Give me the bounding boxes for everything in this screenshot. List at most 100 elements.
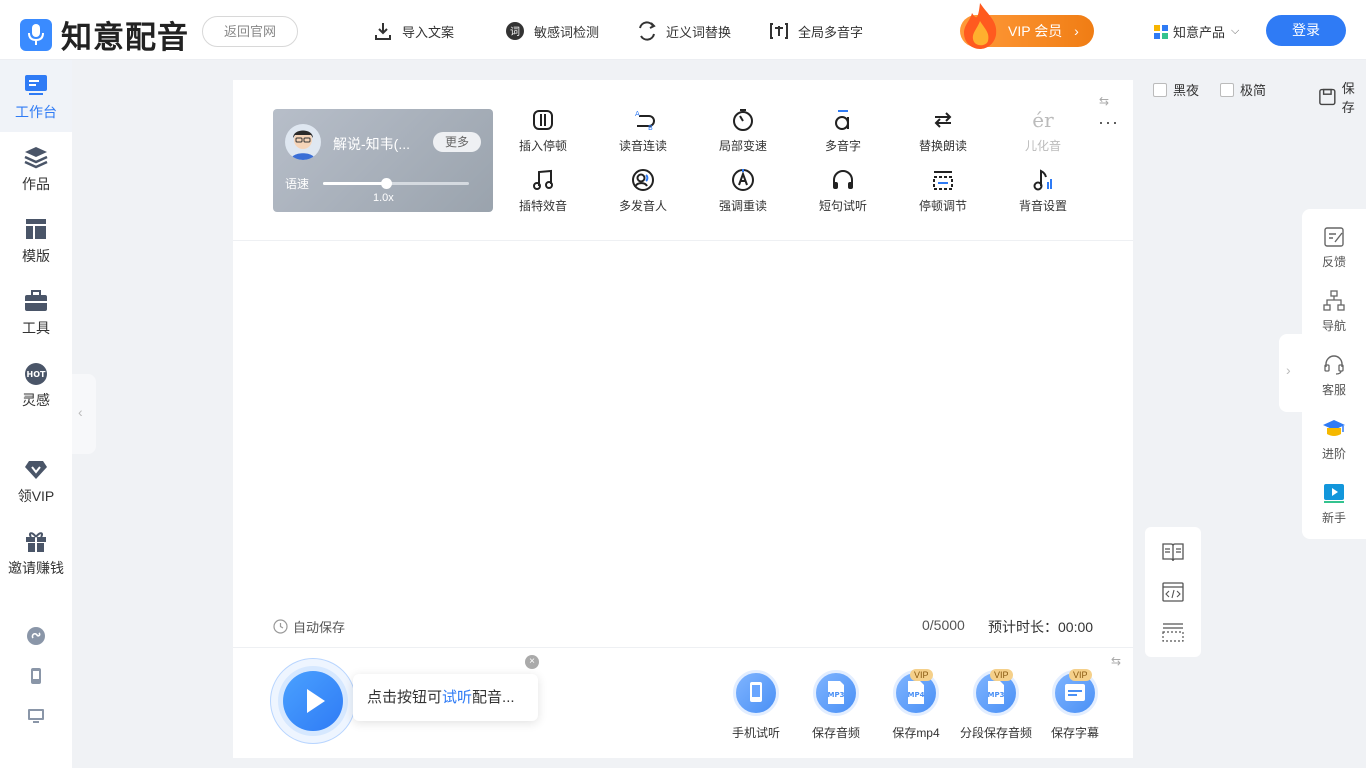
panel-item-label: 反馈: [1321, 255, 1346, 269]
sidebar-item-templates[interactable]: 模版: [0, 204, 72, 276]
advanced-button[interactable]: 进阶: [1302, 417, 1366, 462]
workbench-icon: [25, 75, 47, 95]
swap-arrows-icon[interactable]: ⇆: [1099, 94, 1109, 108]
close-icon[interactable]: ×: [525, 655, 539, 669]
liaison-tool[interactable]: AB 读音连读: [603, 108, 683, 154]
products-label: 知意产品: [1173, 25, 1226, 40]
vip-label: VIP 会员: [1008, 23, 1063, 39]
checkbox-box: [1220, 82, 1234, 97]
tip-text-end: 配音...: [472, 689, 515, 706]
text-editor-area[interactable]: [273, 255, 1093, 600]
chevron-down-icon: ⌵: [1231, 25, 1240, 37]
feedback-button[interactable]: 反馈: [1302, 225, 1366, 270]
play-preview-button[interactable]: [270, 658, 356, 744]
more-tools-icon[interactable]: ···: [1098, 112, 1119, 133]
local-speed-tool[interactable]: 局部变速: [703, 108, 783, 154]
beginner-guide-button[interactable]: 新手: [1302, 481, 1366, 526]
vip-member-button[interactable]: VIP 会员 ›: [960, 3, 1094, 49]
sidebar-item-label: 作品: [22, 176, 50, 192]
save-action-label: 保存mp4: [892, 726, 940, 740]
synonym-replace-button[interactable]: 近义词替换: [636, 20, 731, 42]
tip-text: 点击按钮可: [367, 689, 443, 706]
chevron-right-icon: ›: [1286, 362, 1291, 378]
code-view-icon[interactable]: [1161, 581, 1185, 603]
erhua-tool[interactable]: ér 儿化音: [1003, 108, 1083, 154]
speed-slider[interactable]: [323, 178, 469, 189]
mp4-icon: VIP MP4: [893, 669, 939, 716]
sidebar-item-label: 工作台: [15, 104, 57, 120]
polyphone-tool[interactable]: 多音字: [803, 108, 883, 154]
speed-slider-handle[interactable]: [380, 178, 392, 189]
sentence-preview-tool[interactable]: 短句试听: [803, 168, 883, 214]
erhua-icon: ér: [1032, 108, 1054, 132]
tool-label: 多发音人: [618, 199, 667, 213]
sound-effect-tool[interactable]: 插特效音: [503, 168, 583, 214]
sidebar-item-label: 灵感: [22, 392, 50, 408]
mini-program-icon[interactable]: [26, 626, 46, 646]
insert-pause-tool[interactable]: 插入停顿: [503, 108, 583, 154]
login-button[interactable]: 登录: [1266, 15, 1346, 46]
nav-label: 导入文案: [402, 24, 455, 40]
tool-label: 短句试听: [818, 199, 867, 213]
panel-item-label: 导航: [1321, 319, 1346, 333]
right-panel-toggle[interactable]: ›: [1279, 334, 1303, 412]
multi-speaker-icon: [632, 169, 654, 191]
mobile-app-icon[interactable]: [26, 666, 46, 686]
more-voices-button[interactable]: 更多: [433, 132, 481, 152]
swap-arrows-icon[interactable]: ⇆: [1111, 654, 1121, 668]
phone-preview-button[interactable]: 手机试听: [716, 670, 796, 741]
global-polyphone-button[interactable]: 全局多音字: [768, 20, 863, 42]
multi-speaker-tool[interactable]: 多发音人: [603, 168, 683, 214]
segment-view-icon[interactable]: [1161, 621, 1185, 643]
save-button[interactable]: 保存: [1318, 78, 1366, 116]
sidebar-item-workbench[interactable]: 工作台: [0, 60, 72, 132]
pause-adjust-tool[interactable]: 停顿调节: [903, 168, 983, 214]
sidebar-item-label: 领VIP: [17, 488, 55, 504]
left-sidebar: 工作台 作品 模版 工具 HOT 灵感 领VIP 邀请赚钱: [0, 60, 72, 768]
polyphone-icon: [770, 23, 788, 39]
synonym-icon: [639, 21, 656, 41]
editor-panel: 解说-知韦(... 更多 语速 1.0x 插入停顿 AB 读音连读 局部变速 多…: [233, 80, 1133, 758]
save-mp4-button[interactable]: VIP MP4 保存mp4: [876, 669, 956, 741]
footer-divider: [233, 647, 1133, 648]
checkbox-label: 极简: [1240, 83, 1267, 98]
sidebar-item-inspiration[interactable]: HOT 灵感: [0, 348, 72, 420]
dark-mode-checkbox[interactable]: 黑夜: [1153, 80, 1199, 99]
save-audio-button[interactable]: MP3 保存音频: [796, 670, 876, 741]
sidebar-collapse-toggle[interactable]: ‹: [72, 374, 96, 454]
panel-item-label: 新手: [1321, 511, 1346, 525]
checkbox-label: 黑夜: [1173, 83, 1200, 98]
customer-service-button[interactable]: 客服: [1302, 353, 1366, 398]
tip-highlight: 试听: [442, 689, 473, 706]
sensitive-word-check-button[interactable]: 词 敏感词检测: [504, 20, 599, 42]
template-icon: [26, 219, 46, 239]
subtitle-icon: VIP: [1052, 669, 1098, 716]
save-subtitle-button[interactable]: VIP 保存字幕: [1035, 669, 1115, 741]
sidebar-item-invite[interactable]: 邀请赚钱: [0, 516, 72, 588]
save-segmented-audio-button[interactable]: VIP MP3 分段保存音频: [956, 669, 1036, 741]
sound-effect-icon: [533, 169, 553, 190]
book-view-icon[interactable]: [1161, 541, 1185, 563]
view-mode-toolbar: [1145, 527, 1201, 657]
replace-read-tool[interactable]: 替换朗读: [903, 108, 983, 154]
sidebar-item-get-vip[interactable]: 领VIP: [0, 444, 72, 516]
save-action-label: 保存字幕: [1050, 726, 1099, 740]
back-to-site-button[interactable]: 返回官网: [202, 16, 298, 47]
desktop-app-icon[interactable]: [26, 706, 46, 726]
file-type-label: MP3: [828, 691, 845, 699]
products-grid-icon: [1154, 24, 1168, 39]
sidebar-item-works[interactable]: 作品: [0, 132, 72, 204]
feedback-icon: [1324, 227, 1344, 247]
background-music-tool[interactable]: 背音设置: [1003, 168, 1083, 214]
import-copy-button[interactable]: 导入文案: [372, 20, 454, 42]
sidebar-item-tools[interactable]: 工具: [0, 276, 72, 348]
app-logo[interactable]: 知意配音: [20, 12, 189, 57]
svg-text:HOT: HOT: [27, 370, 46, 379]
toolbox-icon: [25, 290, 47, 311]
emphasis-tool[interactable]: 强调重读: [703, 168, 783, 214]
voice-selector-card[interactable]: 解说-知韦(... 更多 语速 1.0x: [273, 109, 493, 212]
tool-label: 读音连读: [618, 139, 667, 153]
navigation-button[interactable]: 导航: [1302, 289, 1366, 334]
products-dropdown[interactable]: 知意产品 ⌵: [1154, 22, 1239, 41]
minimal-mode-checkbox[interactable]: 极简: [1220, 80, 1266, 99]
